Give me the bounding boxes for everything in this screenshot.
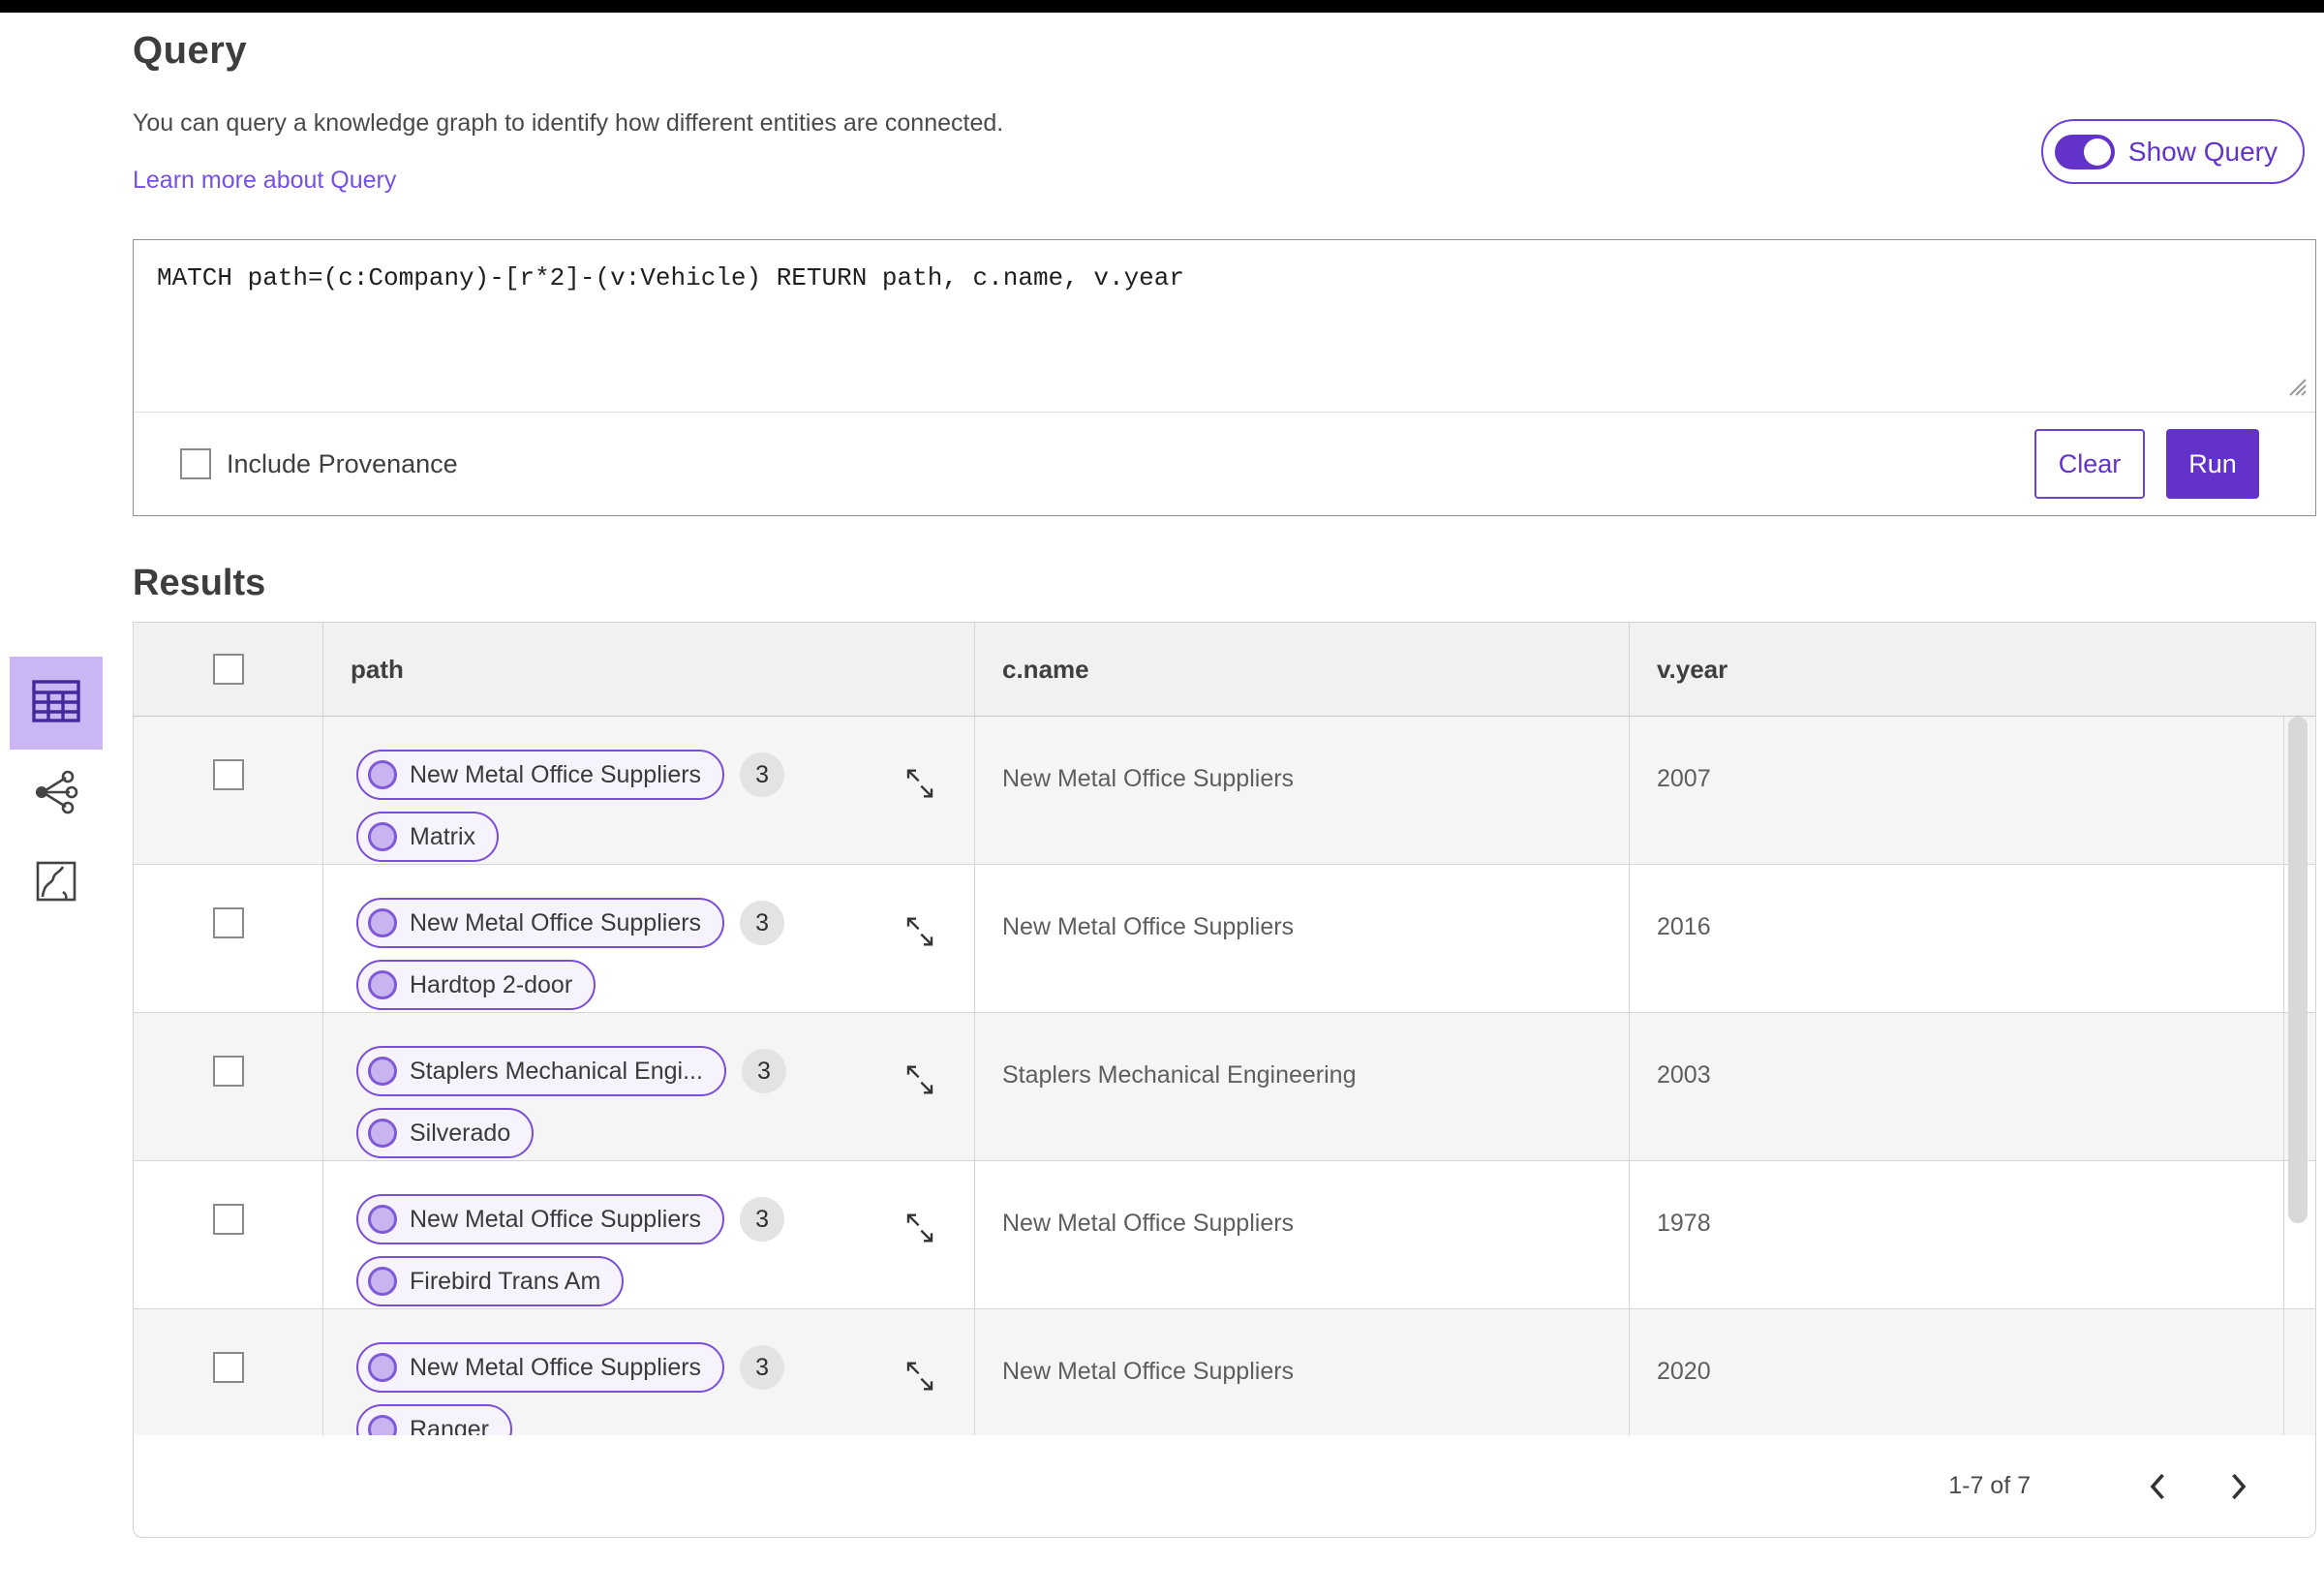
- page-description: You can query a knowledge graph to ident…: [133, 109, 1004, 137]
- row-checkbox[interactable]: [212, 759, 244, 790]
- run-button[interactable]: Run: [2166, 429, 2259, 499]
- node-icon: [368, 908, 397, 937]
- pagination-range: 1-7 of 7: [1948, 1472, 2031, 1499]
- expand-path-icon[interactable]: [904, 1210, 935, 1251]
- node-icon: [368, 822, 397, 851]
- node-icon: [368, 970, 397, 999]
- scrollbar-thumb[interactable]: [2288, 717, 2308, 1223]
- resize-handle-icon[interactable]: [2280, 370, 2309, 404]
- edge-count-badge: 3: [740, 752, 785, 797]
- table-header-row: path c.name v.year: [134, 623, 2315, 717]
- node-icon: [368, 1267, 397, 1296]
- window-top-border: [0, 0, 2324, 13]
- view-switcher: [10, 657, 103, 928]
- query-editor: MATCH path=(c:Company)-[r*2]-(v:Vehicle)…: [133, 239, 2316, 516]
- table-body: New Metal Office Suppliers 3 Matrix New …: [134, 717, 2315, 1435]
- show-query-toggle[interactable]: Show Query: [2040, 119, 2305, 184]
- node-icon: [368, 1119, 397, 1148]
- path-node-chip[interactable]: Matrix: [356, 812, 500, 862]
- path-node-chip[interactable]: New Metal Office Suppliers: [356, 1194, 725, 1244]
- table-row: New Metal Office Suppliers 3 Firebird Tr…: [134, 1161, 2315, 1318]
- expand-path-icon[interactable]: [904, 765, 935, 807]
- select-all-checkbox[interactable]: [212, 654, 244, 685]
- table-row: Staplers Mechanical Engi... 3 Silverado: [134, 1013, 2315, 1170]
- path-node-chip[interactable]: Ranger: [356, 1404, 512, 1435]
- include-provenance-label: Include Provenance: [227, 448, 458, 478]
- c-name-value: Staplers Mechanical Engineering: [975, 1013, 1630, 1170]
- v-year-value: 2007: [1657, 765, 1711, 792]
- sketch-view-button[interactable]: [10, 839, 103, 928]
- table-view-icon: [31, 679, 81, 728]
- v-year-value: 2016: [1657, 913, 1711, 940]
- column-header-path: path: [323, 623, 975, 716]
- path-node-chip[interactable]: New Metal Office Suppliers: [356, 750, 725, 800]
- node-icon: [368, 1057, 397, 1086]
- table-row: New Metal Office Suppliers 3 Ranger New …: [134, 1309, 2315, 1435]
- network-view-icon: [33, 770, 79, 819]
- c-name-value: New Metal Office Suppliers: [975, 1309, 1630, 1435]
- include-provenance-checkbox[interactable]: [180, 448, 211, 479]
- row-checkbox[interactable]: [212, 1352, 244, 1383]
- expand-path-icon[interactable]: [904, 913, 935, 955]
- pagination-bar: 1-7 of 7: [134, 1435, 2315, 1537]
- path-node-chip[interactable]: Staplers Mechanical Engi...: [356, 1046, 726, 1096]
- v-year-value: 1978: [1657, 1210, 1711, 1237]
- clear-button[interactable]: Clear: [2034, 429, 2145, 499]
- row-checkbox[interactable]: [212, 1056, 244, 1087]
- row-checkbox[interactable]: [212, 1204, 244, 1235]
- results-table: path c.name v.year New Metal Office Supp…: [133, 622, 2316, 1538]
- row-checkbox[interactable]: [212, 907, 244, 938]
- c-name-value: New Metal Office Suppliers: [975, 865, 1630, 1022]
- path-node-chip[interactable]: Firebird Trans Am: [356, 1256, 625, 1306]
- page-title: Query: [133, 29, 248, 72]
- edge-count-badge: 3: [740, 901, 785, 945]
- toggle-on-icon[interactable]: [2054, 134, 2115, 169]
- chevron-left-icon[interactable]: [2139, 1467, 2178, 1506]
- query-text[interactable]: MATCH path=(c:Company)-[r*2]-(v:Vehicle)…: [134, 240, 2315, 292]
- sketch-view-icon: [34, 859, 78, 908]
- node-icon: [368, 1415, 397, 1435]
- column-header-v-year: v.year: [1657, 654, 1728, 684]
- c-name-value: New Metal Office Suppliers: [975, 1161, 1630, 1318]
- edge-count-badge: 3: [740, 1197, 785, 1242]
- node-icon: [368, 1353, 397, 1382]
- results-title: Results: [133, 563, 266, 603]
- path-node-chip[interactable]: Silverado: [356, 1108, 535, 1158]
- c-name-value: New Metal Office Suppliers: [975, 717, 1630, 874]
- table-view-button[interactable]: [10, 657, 103, 750]
- chevron-right-icon[interactable]: [2218, 1467, 2257, 1506]
- edge-count-badge: 3: [741, 1049, 786, 1093]
- column-header-c-name: c.name: [975, 623, 1630, 716]
- path-node-chip[interactable]: New Metal Office Suppliers: [356, 1342, 725, 1393]
- path-node-chip[interactable]: Hardtop 2-door: [356, 960, 596, 1010]
- query-input[interactable]: MATCH path=(c:Company)-[r*2]-(v:Vehicle)…: [134, 240, 2315, 413]
- network-view-button[interactable]: [10, 750, 103, 839]
- path-node-chip[interactable]: New Metal Office Suppliers: [356, 898, 725, 948]
- v-year-value: 2020: [1657, 1358, 1711, 1385]
- edge-count-badge: 3: [740, 1345, 785, 1390]
- learn-more-link[interactable]: Learn more about Query: [133, 167, 396, 195]
- node-icon: [368, 760, 397, 789]
- v-year-value: 2003: [1657, 1061, 1711, 1089]
- expand-path-icon[interactable]: [904, 1358, 935, 1399]
- expand-path-icon[interactable]: [904, 1061, 935, 1103]
- scrollbar-track: [2283, 717, 2284, 1435]
- node-icon: [368, 1205, 397, 1234]
- table-row: New Metal Office Suppliers 3 Hardtop 2-d…: [134, 865, 2315, 1022]
- table-row: New Metal Office Suppliers 3 Matrix New …: [134, 717, 2315, 874]
- show-query-label: Show Query: [2127, 136, 2278, 167]
